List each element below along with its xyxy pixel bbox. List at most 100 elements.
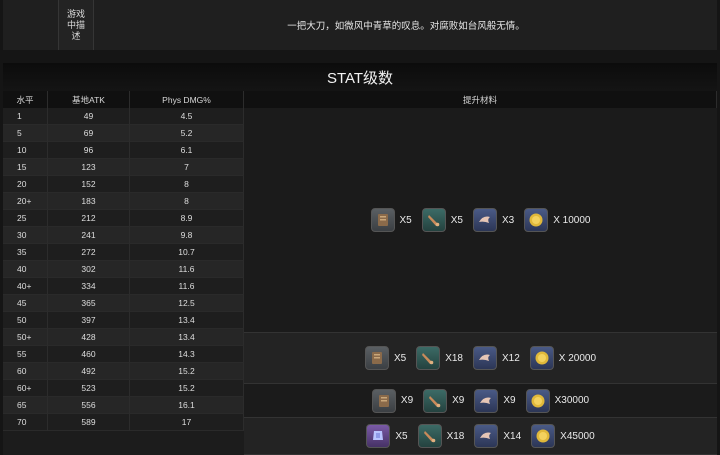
material-item: X5: [421, 208, 463, 232]
dmg-cell: 13.4: [130, 312, 244, 329]
level-cell: 10: [3, 142, 48, 159]
dmg-cell: 6.1: [130, 142, 244, 159]
table-row: 15 123 7: [3, 159, 244, 176]
scroll-icon: [371, 388, 396, 413]
table-title: STAT级数: [3, 63, 717, 91]
atk-cell: 523: [48, 380, 130, 397]
level-cell: 55: [3, 346, 48, 363]
material-item: X30000: [525, 388, 589, 413]
dmg-cell: 14.3: [130, 346, 244, 363]
material-count: X18: [445, 352, 463, 364]
horn-icon: [417, 424, 442, 448]
level-cell: 50+: [3, 329, 48, 346]
atk-cell: 152: [48, 176, 130, 193]
material-item: X18: [417, 424, 464, 448]
dmg-cell: 11.6: [130, 261, 244, 278]
level-cell: 25: [3, 210, 48, 227]
material-block-4: X5 X18 X14 X45000: [244, 418, 717, 455]
dmg-cell: 11.6: [130, 278, 244, 295]
material-item: X45000: [531, 424, 595, 448]
material-item: X9: [423, 388, 465, 413]
scroll-icon: [364, 346, 389, 370]
description-panel: 游戏中描述 一把大刀，如微风中青草的叹息。对腐败如台风般无情。: [3, 0, 717, 50]
scroll-icon: [370, 208, 395, 232]
material-count: X 20000: [558, 352, 597, 364]
level-cell: 1: [3, 108, 48, 125]
material-count: X5: [450, 214, 463, 226]
dmg-cell: 7: [130, 159, 244, 176]
dmg-cell: 5.2: [130, 125, 244, 142]
dmg-cell: 15.2: [130, 380, 244, 397]
coin-icon: [529, 346, 554, 370]
stat-table: STAT级数 水平 基地ATK Phys DMG% 提升材料 1 49 4.5 5 69…: [3, 63, 717, 455]
atk-cell: 334: [48, 278, 130, 295]
level-cell: 35: [3, 244, 48, 261]
atk-cell: 241: [48, 227, 130, 244]
material-item: X5: [366, 424, 408, 448]
level-cell: 70: [3, 414, 48, 431]
claw-icon: [474, 424, 499, 448]
coin-icon: [531, 424, 556, 448]
header-dmg: Phys DMG%: [130, 91, 244, 108]
dmg-cell: 12.5: [130, 295, 244, 312]
material-item: X3: [472, 208, 515, 232]
horn-icon: [423, 388, 448, 413]
level-cell: 40+: [3, 278, 48, 295]
level-cell: 5: [3, 125, 48, 142]
material-count: X5: [395, 430, 408, 442]
material-block-1: X5 X5 X3 X 10000: [244, 108, 717, 333]
table-row: 40 302 11.6: [3, 261, 244, 278]
atk-cell: 123: [48, 159, 130, 176]
material-item: X5: [364, 346, 406, 370]
table-row: 20+ 183 8: [3, 193, 244, 210]
atk-cell: 365: [48, 295, 130, 312]
level-cell: 20: [3, 176, 48, 193]
crystal-icon: [366, 424, 391, 448]
material-item: X18: [416, 346, 463, 370]
material-item: X9: [371, 388, 413, 413]
atk-cell: 428: [48, 329, 130, 346]
material-block-2: X5 X18 X12 X 20000: [244, 333, 717, 384]
material-item: X 20000: [529, 346, 597, 370]
weapon-page: 游戏中描述 一把大刀，如微风中青草的叹息。对腐败如台风般无情。 STAT级数 水…: [0, 0, 720, 455]
table-row: 10 96 6.1: [3, 142, 244, 159]
coin-icon: [525, 388, 550, 413]
table-row: 50+ 428 13.4: [3, 329, 244, 346]
level-cell: 60: [3, 363, 48, 380]
material-item: X5: [370, 208, 412, 232]
dmg-cell: 17: [130, 414, 244, 431]
claw-icon: [474, 388, 499, 413]
material-count: X9: [503, 395, 516, 406]
atk-cell: 556: [48, 397, 130, 414]
atk-cell: 96: [48, 142, 130, 159]
dmg-cell: 9.8: [130, 227, 244, 244]
claw-icon: [472, 208, 497, 232]
atk-cell: 589: [48, 414, 130, 431]
atk-cell: 69: [48, 125, 130, 142]
atk-cell: 183: [48, 193, 130, 210]
dmg-cell: 15.2: [130, 363, 244, 380]
material-item: X12: [472, 346, 520, 370]
table-row: 65 556 16.1: [3, 397, 244, 414]
table-row: 60 492 15.2: [3, 363, 244, 380]
dmg-cell: 8.9: [130, 210, 244, 227]
dmg-cell: 8: [130, 193, 244, 210]
table-row: 30 241 9.8: [3, 227, 244, 244]
material-count: X45000: [560, 430, 595, 442]
level-cell: 65: [3, 397, 48, 414]
horn-icon: [416, 346, 441, 370]
header-materials: 提升材料: [244, 91, 717, 108]
table-row: 40+ 334 11.6: [3, 278, 244, 295]
material-count: X3: [501, 214, 515, 226]
material-item: X9: [474, 388, 516, 413]
level-cell: 60+: [3, 380, 48, 397]
material-block-3: X9 X9 X9 X30000: [244, 384, 717, 418]
atk-cell: 460: [48, 346, 130, 363]
level-cell: 50: [3, 312, 48, 329]
header-atk: 基地ATK: [48, 91, 130, 108]
description-label: 游戏中描述: [58, 0, 94, 50]
dmg-cell: 13.4: [130, 329, 244, 346]
horn-icon: [421, 208, 446, 232]
material-count: X12: [501, 352, 520, 364]
material-count: X9: [452, 395, 465, 406]
